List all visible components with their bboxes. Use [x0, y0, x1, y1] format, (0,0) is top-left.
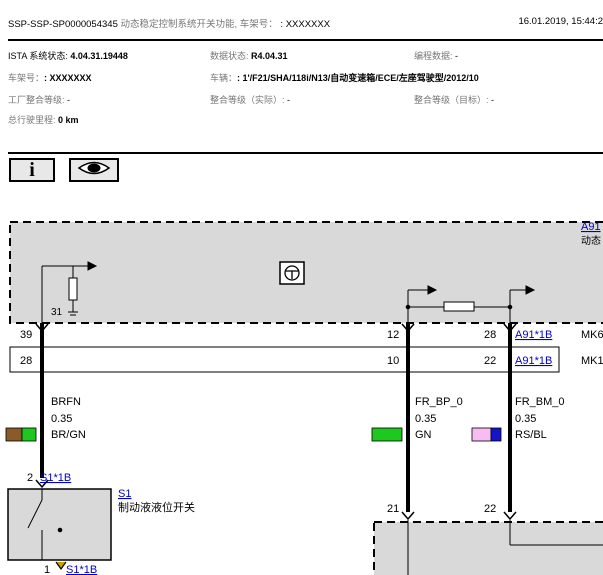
pin-12-label: 12	[387, 329, 399, 341]
connector-strip	[9, 346, 560, 373]
s1-switch-box	[7, 488, 112, 561]
s1-connector-top-link[interactable]: S1*1B	[40, 472, 71, 484]
mk-label-2: MK1	[581, 355, 603, 367]
wire2-size: 0.35	[415, 413, 436, 425]
wire3-swatch-blue	[490, 427, 502, 442]
wire1-color: BR/GN	[51, 429, 86, 441]
data-status: 数据状态: R4.04.31	[210, 51, 288, 61]
pin-31-label: 31	[51, 307, 63, 318]
info-button[interactable]: i	[9, 158, 55, 182]
s1-ref-link[interactable]: S1	[118, 488, 131, 500]
programming-data: 编程数据: -	[414, 51, 459, 61]
s1-description: 制动液液位开关	[118, 500, 195, 514]
module-ref-link[interactable]: A91	[581, 221, 601, 233]
doc-id: SSP-SSP-SP0000054345	[8, 19, 118, 30]
connector-link-a91-mid[interactable]: A91*1B	[515, 355, 552, 367]
pin-10-label: 10	[387, 355, 399, 367]
wire3-size: 0.35	[515, 413, 536, 425]
s1-pin-1-label: 1	[44, 564, 50, 575]
header-divider	[8, 39, 603, 41]
wire3-name: FR_BM_0	[515, 396, 565, 408]
pin-28-label: 28	[484, 329, 496, 341]
module-desc: 动态	[581, 234, 601, 247]
wire3-swatch-pink	[471, 427, 492, 442]
total-mileage: 总行驶里程: 0 km	[8, 115, 79, 125]
pin-28-left-label: 28	[20, 355, 32, 367]
view-button[interactable]	[69, 158, 119, 182]
connector-link-a91-top[interactable]: A91*1B	[515, 329, 552, 341]
vehicle-info: 车辆：: 1'/F21/SHA/118i/N13/自动变速箱/ECE/左座驾驶型…	[210, 73, 479, 83]
s1-connector-bottom-link[interactable]: S1*1B	[66, 564, 97, 575]
wire2-color: GN	[415, 429, 432, 441]
wire2-swatch-green	[371, 427, 403, 442]
info-icon: i	[29, 159, 35, 181]
pin-22-label: 22	[484, 355, 496, 367]
wire3-color: RS/BL	[515, 429, 547, 441]
actual-integration-level: 整合等级（实际）: -	[210, 95, 291, 105]
document-header: SSP-SSP-SP0000054345 动态稳定控制系统开关功能, 车架号： …	[8, 16, 330, 30]
pin-21-label: 21	[387, 503, 399, 515]
pin-39-label: 39	[20, 329, 32, 341]
s1-pin-1-arrow-icon	[55, 561, 67, 571]
info-divider	[8, 152, 603, 154]
target-integration-level: 整合等级（目标）: -	[414, 95, 495, 105]
wire1-name: BRFN	[51, 396, 81, 408]
eye-icon	[77, 161, 111, 180]
ista-status: ISTA 系统状态: 4.04.31.19448	[8, 51, 128, 61]
esc-switch-icon	[279, 261, 305, 285]
doc-datetime: 16.01.2019, 15:44:2	[518, 16, 603, 27]
chassis-number: 车架号：: XXXXXXX	[8, 73, 92, 83]
wire1-swatch-green	[21, 427, 37, 442]
doc-title: 动态稳定控制系统开关功能, 车架号：	[120, 19, 278, 30]
control-module-box	[9, 221, 603, 324]
mk-label-1: MK6	[581, 329, 603, 341]
wire1-swatch-brown	[5, 427, 23, 442]
wire1-size: 0.35	[51, 413, 72, 425]
pin-22-bottom-label: 22	[484, 503, 496, 515]
factory-integration-level: 工厂整合等级: -	[8, 95, 71, 105]
s1-pin-2-label: 2	[27, 472, 33, 484]
wire2-name: FR_BP_0	[415, 396, 463, 408]
doc-vin: : XXXXXXX	[280, 19, 331, 30]
wiring-diagram: 31 A91 动态 39 12 28 A91*1B MK6 28 10 22 A…	[5, 221, 603, 575]
